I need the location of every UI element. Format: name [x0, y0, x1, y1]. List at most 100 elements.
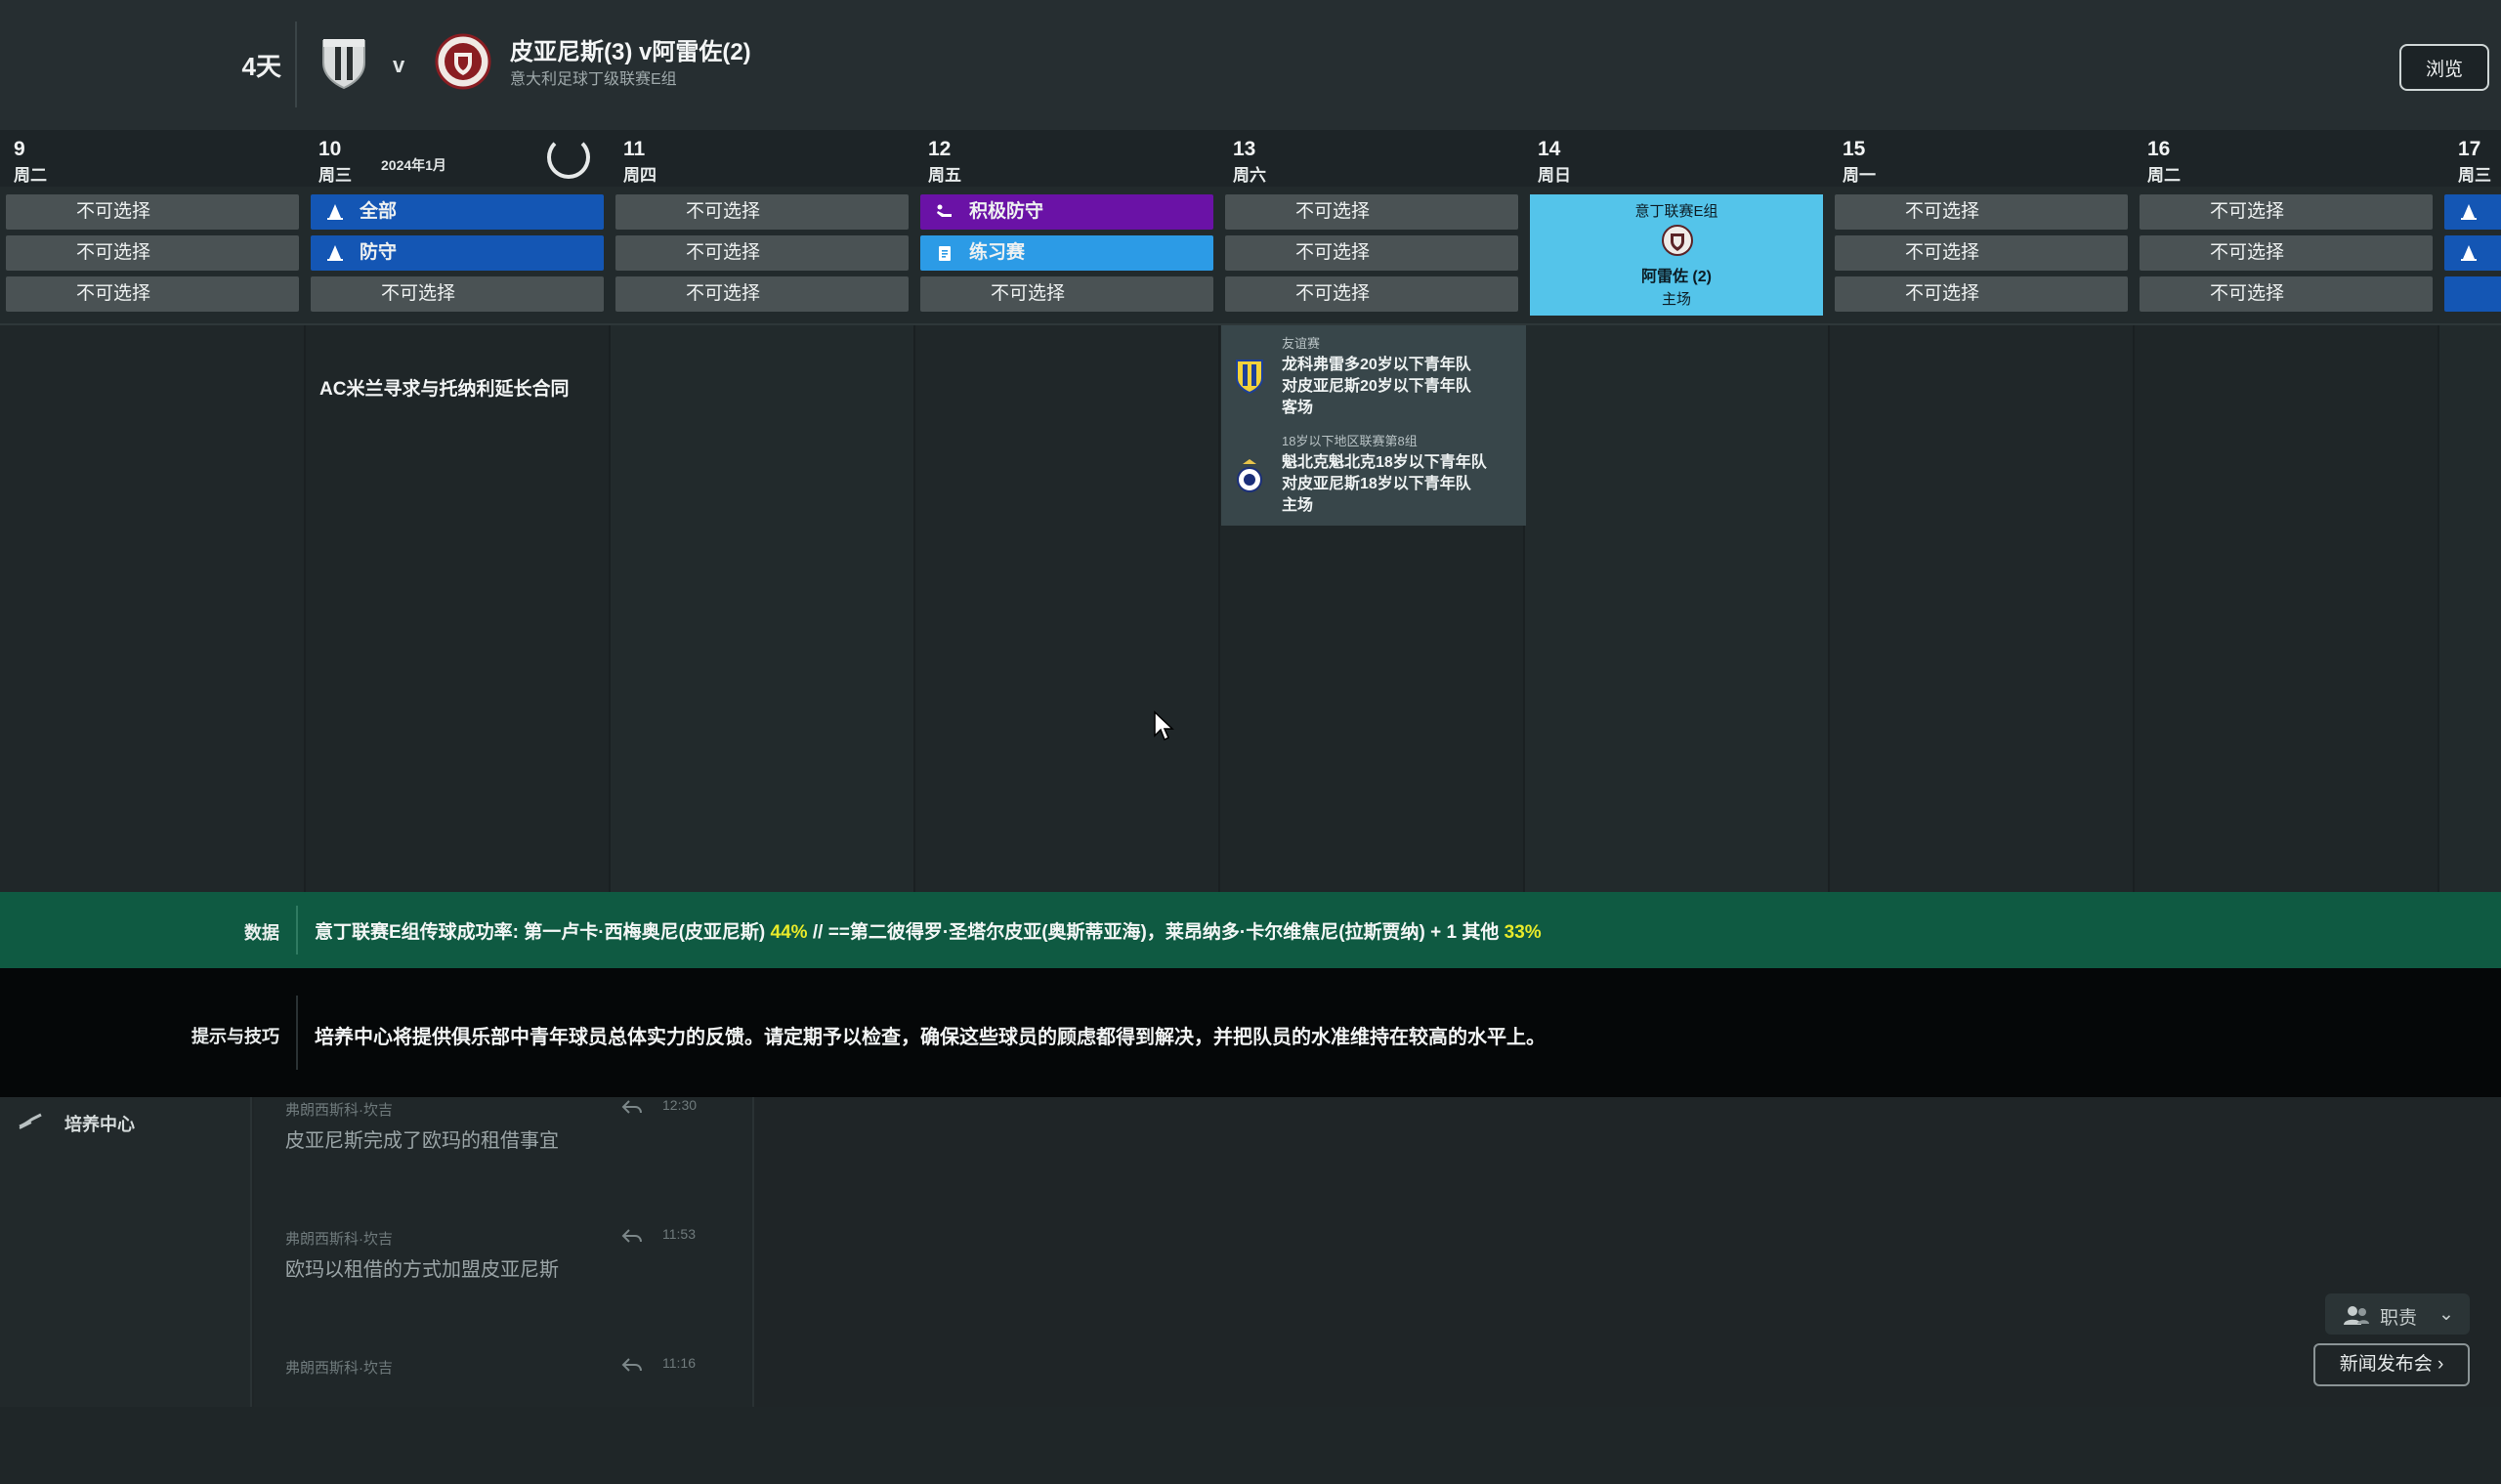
unavailable-slot[interactable]: 不可选择	[1835, 276, 2128, 312]
schedule-calendar: 9 周二 不可选择 不可选择 不可选择 10 周三 2024年1月 全部 防守	[0, 130, 2501, 892]
training-slots: 不可选择 不可选择 不可选择	[2134, 187, 2438, 325]
fixture-competition: 18岁以下地区联赛第8组	[1282, 434, 1418, 448]
news-note[interactable]: AC米兰寻求与托纳利延长合同	[319, 374, 569, 401]
day-header[interactable]: 15 周一	[1829, 130, 2134, 187]
home-team-crest-icon[interactable]	[316, 33, 372, 90]
training-slot-partial[interactable]	[2444, 194, 2501, 230]
stats-ticker-text[interactable]: 意丁联赛E组传球成功率: 第一卢卡·西梅奥尼(皮亚尼斯) 44% // ==第二…	[315, 917, 1542, 944]
training-slots	[2438, 187, 2501, 325]
reply-icon	[621, 1358, 642, 1372]
sidebar-item-development-centre[interactable]: 培养中心	[14, 1107, 238, 1140]
stats-text-part: 意丁联赛E组传球成功率: 第一卢卡·西梅奥尼(皮亚尼斯)	[315, 922, 771, 943]
day-header[interactable]: 17 周三	[2438, 130, 2501, 187]
day-number: 14	[1538, 138, 1561, 160]
unavailable-slot[interactable]: 不可选择	[1835, 194, 2128, 230]
day-column: 15 周一 不可选择 不可选择 不可选择	[1829, 130, 2134, 892]
day-number: 12	[928, 138, 952, 160]
message-sender: 弗朗西斯科·坎吉	[285, 1231, 393, 1248]
fixture-venue: 主场	[1282, 497, 1314, 514]
club-crest-icon	[1236, 360, 1263, 394]
press-conference-button[interactable]: 新闻发布会 ›	[2313, 1343, 2470, 1386]
day-number: 9	[14, 138, 25, 160]
day-column: 16 周二 不可选择 不可选择 不可选择	[2134, 130, 2438, 892]
message-list: 弗朗西斯科·坎吉 12:30 皮亚尼斯完成了欧玛的租借事宜 弗朗西斯科·坎吉 1…	[254, 1097, 754, 1407]
training-slot-partial[interactable]	[2444, 276, 2501, 312]
stats-value: 44%	[770, 922, 808, 943]
club-crest-icon	[1237, 459, 1262, 492]
youth-fixtures-panel: 友谊赛 龙科弗雷多20岁以下青年队 对皮亚尼斯20岁以下青年队 客场 18岁以下…	[1221, 325, 1526, 526]
unavailable-slot[interactable]: 不可选择	[1835, 235, 2128, 271]
fixture-home-team: 龙科弗雷多20岁以下青年队	[1282, 357, 1471, 373]
day-body	[1829, 325, 2134, 892]
away-team-crest-icon[interactable]	[435, 33, 491, 90]
match-opponent: 阿雷佐 (2)	[1640, 269, 1712, 285]
message-time: 11:53	[662, 1226, 696, 1242]
message-item[interactable]: 弗朗西斯科·坎吉 12:30 皮亚尼斯完成了欧玛的租借事宜	[254, 1097, 752, 1226]
day-header[interactable]: 10 周三 2024年1月	[305, 130, 610, 187]
day-weekday: 周三	[2458, 166, 2491, 185]
day-number: 17	[2458, 138, 2481, 160]
day-weekday: 周五	[928, 166, 961, 185]
unavailable-slot[interactable]: 不可选择	[311, 276, 604, 312]
versus-label: v	[393, 53, 405, 77]
fixture-away-team: 对皮亚尼斯20岁以下青年队	[1282, 378, 1471, 395]
reply-icon	[621, 1229, 642, 1243]
opponent-crest-icon	[1662, 225, 1693, 256]
days-until-match: 4天	[241, 52, 281, 81]
message-item[interactable]: 弗朗西斯科·坎吉 11:53 欧玛以租借的方式加盟皮亚尼斯	[254, 1226, 752, 1355]
day-body	[0, 325, 305, 892]
training-slot-all[interactable]: 全部	[311, 194, 604, 230]
loading-spinner-icon	[547, 136, 590, 179]
clipboard-icon	[939, 246, 951, 261]
cone-icon	[2461, 245, 2477, 261]
unavailable-slot[interactable]: 不可选择	[615, 194, 909, 230]
training-slot-defence[interactable]: 防守	[311, 235, 604, 271]
message-item[interactable]: 弗朗西斯科·坎吉 11:16	[254, 1355, 752, 1484]
training-slot-partial[interactable]	[2444, 235, 2501, 271]
match-day-card[interactable]: 意丁联赛E组 阿雷佐 (2) 主场	[1530, 194, 1823, 316]
day-column: 10 周三 2024年1月 全部 防守 不可选择 AC米兰寻求与托纳利延长合同	[305, 130, 610, 892]
unavailable-slot[interactable]: 不可选择	[615, 276, 909, 312]
training-slot-aggressive-defence[interactable]: 积极防守	[920, 194, 1213, 230]
day-header[interactable]: 9 周二	[0, 130, 305, 187]
day-body	[610, 325, 914, 892]
unavailable-slot[interactable]: 不可选择	[2140, 235, 2433, 271]
browse-button[interactable]: 浏览	[2399, 44, 2489, 91]
cone-icon	[327, 204, 343, 220]
unavailable-slot[interactable]: 不可选择	[6, 235, 299, 271]
sliding-tackle-icon	[937, 204, 952, 217]
training-slot-label: 积极防守	[969, 201, 1044, 222]
unavailable-slot[interactable]: 不可选择	[1225, 194, 1518, 230]
day-header[interactable]: 13 周六	[1219, 130, 1524, 187]
day-header[interactable]: 11 周四	[610, 130, 914, 187]
day-header[interactable]: 12 周五	[914, 130, 1219, 187]
role-dropdown-button[interactable]: 职责 ⌄	[2325, 1293, 2470, 1335]
day-column: 9 周二 不可选择 不可选择 不可选择	[0, 130, 305, 892]
day-header[interactable]: 14 周日	[1524, 130, 1829, 187]
inbox-panel: 培养中心 弗朗西斯科·坎吉 12:30 皮亚尼斯完成了欧玛的租借事宜 弗朗西斯科…	[0, 1097, 2501, 1407]
unavailable-slot[interactable]: 不可选择	[6, 276, 299, 312]
divider	[296, 906, 298, 954]
fixture-item[interactable]: 18岁以下地区联赛第8组 魁北克魁北克18岁以下青年队 对皮亚尼斯18岁以下青年…	[1221, 425, 1526, 523]
day-column: 17 周三	[2438, 130, 2501, 892]
unavailable-slot[interactable]: 不可选择	[6, 194, 299, 230]
unavailable-slot[interactable]: 不可选择	[920, 276, 1213, 312]
unavailable-slot[interactable]: 不可选择	[615, 235, 909, 271]
divider	[296, 996, 298, 1070]
unavailable-slot[interactable]: 不可选择	[1225, 235, 1518, 271]
match-title[interactable]: 皮亚尼斯(3) v阿雷佐(2)	[510, 32, 751, 66]
day-body	[1524, 325, 1829, 892]
stats-value: 33%	[1504, 922, 1542, 943]
training-slot-practice-match[interactable]: 练习赛	[920, 235, 1213, 271]
training-slots: 不可选择 不可选择 不可选择	[610, 187, 914, 325]
unavailable-slot[interactable]: 不可选择	[1225, 276, 1518, 312]
fixture-item[interactable]: 友谊赛 龙科弗雷多20岁以下青年队 对皮亚尼斯20岁以下青年队 客场	[1221, 325, 1526, 423]
day-header[interactable]: 16 周二	[2134, 130, 2438, 187]
stats-ticker: 数据 意丁联赛E组传球成功率: 第一卢卡·西梅奥尼(皮亚尼斯) 44% // =…	[0, 892, 2501, 968]
unavailable-slot[interactable]: 不可选择	[2140, 194, 2433, 230]
day-body	[914, 325, 1219, 892]
day-weekday: 周六	[1233, 166, 1266, 185]
unavailable-slot[interactable]: 不可选择	[2140, 276, 2433, 312]
match-competition-label: 意丁联赛E组	[1634, 203, 1718, 220]
training-slot-label: 全部	[360, 201, 398, 222]
